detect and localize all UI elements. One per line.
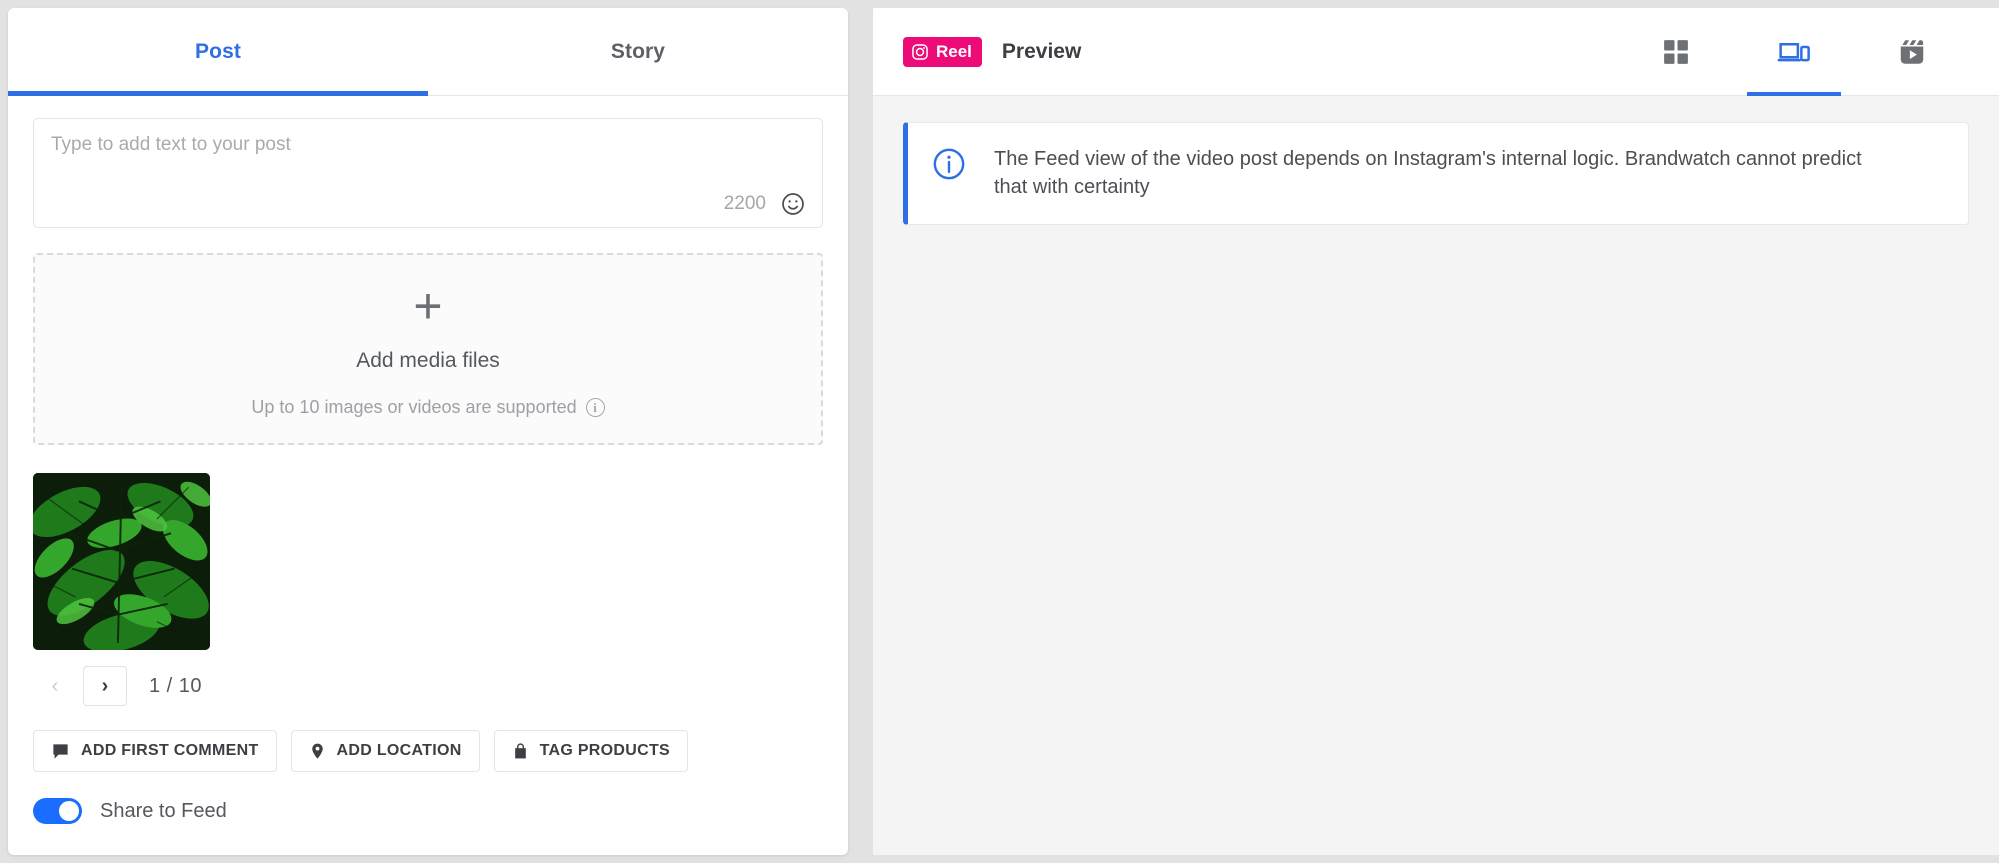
character-counter: 2200 [723, 193, 766, 214]
reels-clapper-icon [1897, 37, 1927, 67]
share-to-feed-row: Share to Feed [33, 798, 823, 824]
page-title: Preview [1001, 39, 1082, 63]
tag-products-button[interactable]: TAG PRODUCTS [493, 730, 689, 772]
smiley-face-icon[interactable] [780, 191, 806, 217]
add-first-comment-label: ADD FIRST COMMENT [81, 742, 259, 759]
preview-header: Reel Preview [873, 8, 1999, 96]
grid-view-button[interactable] [1617, 8, 1735, 95]
info-circle-icon [932, 147, 966, 186]
info-icon[interactable]: i [585, 397, 605, 417]
media-counter: 1 / 10 [149, 674, 203, 697]
share-to-feed-toggle[interactable] [33, 798, 82, 824]
view-mode-switcher [1617, 8, 1971, 96]
media-prev-button[interactable]: ‹ [33, 666, 77, 706]
instagram-camera-icon [911, 43, 929, 61]
plus-icon: + [413, 277, 443, 334]
grid-icon [1661, 37, 1691, 67]
composer-body: Type to add text to your post 2200 + Add… [8, 96, 848, 855]
feed-view-notice: The Feed view of the video post depends … [903, 122, 1969, 225]
media-preview-section: ‹ › 1 / 10 [33, 473, 823, 706]
tab-story[interactable]: Story [428, 8, 848, 95]
tab-story-label: Story [610, 39, 666, 63]
comment-bubble-icon [51, 742, 70, 761]
post-text-area[interactable]: Type to add text to your post 2200 [33, 118, 823, 228]
share-to-feed-label: Share to Feed [100, 799, 227, 822]
tag-products-label: TAG PRODUCTS [539, 742, 671, 759]
devices-view-button[interactable] [1735, 8, 1853, 96]
media-pager: ‹ › 1 / 10 [33, 666, 823, 706]
tab-post-label: Post [195, 39, 241, 63]
shopping-bag-icon [512, 741, 529, 761]
post-action-buttons: ADD FIRST COMMENT ADD LOCATION TAG PRODU… [33, 730, 823, 772]
add-location-button[interactable]: ADD LOCATION [290, 730, 480, 772]
dropzone-subtitle-row: Up to 10 images or videos are supported … [251, 396, 605, 418]
dropzone-subtitle: Up to 10 images or videos are supported [251, 396, 577, 417]
leaves-photo [33, 473, 210, 650]
media-next-button[interactable]: › [83, 666, 127, 706]
media-dropzone[interactable]: + Add media files Up to 10 images or vid… [33, 253, 823, 445]
composer-tabs: Post Story [8, 8, 848, 96]
add-first-comment-button[interactable]: ADD FIRST COMMENT [33, 730, 277, 772]
post-text-placeholder: Type to add text to your post [51, 134, 291, 155]
location-pin-icon [309, 741, 326, 761]
feed-view-notice-text: The Feed view of the video post depends … [994, 148, 1862, 199]
app-root: Post Story Type to add text to your post… [0, 0, 1999, 863]
toggle-knob [59, 801, 79, 821]
preview-body: The Feed view of the video post depends … [873, 96, 1999, 855]
tab-post[interactable]: Post [8, 8, 428, 96]
dropzone-title: Add media files [356, 348, 500, 372]
reels-view-button[interactable] [1853, 8, 1971, 95]
reel-badge: Reel [903, 36, 982, 67]
devices-icon [1777, 37, 1811, 67]
preview-panel: Reel Preview The Feed view of the video … [873, 8, 1999, 855]
media-thumbnail[interactable] [33, 473, 210, 650]
add-location-label: ADD LOCATION [336, 742, 462, 759]
composer-footer: 2200 [724, 191, 806, 217]
post-composer-card: Post Story Type to add text to your post… [8, 8, 848, 855]
reel-badge-label: Reel [936, 41, 972, 61]
